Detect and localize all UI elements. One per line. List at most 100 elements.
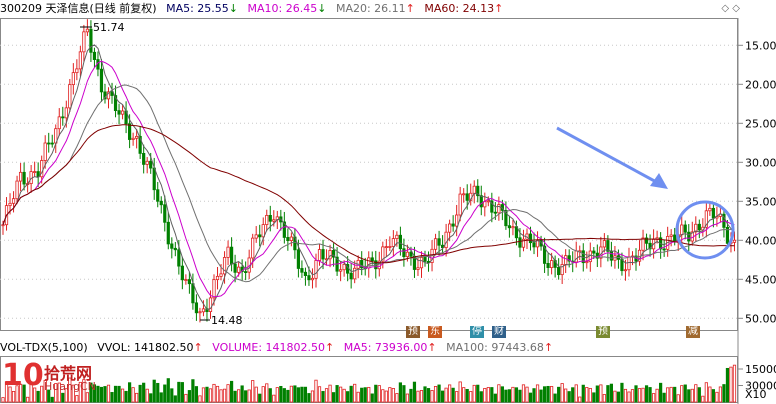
volume-bar — [142, 382, 146, 403]
volume-bar — [145, 388, 149, 403]
volume-bar — [564, 388, 568, 403]
candle-body — [683, 224, 687, 233]
volume-unit-label: X10 — [745, 388, 767, 401]
candle-body — [444, 231, 448, 249]
ma60-line — [2, 124, 735, 264]
candle-body — [623, 269, 628, 272]
volume-bar — [310, 390, 315, 403]
volume-bar — [532, 388, 536, 403]
candle-body — [254, 234, 258, 239]
candle-body — [458, 193, 462, 216]
candle-body — [321, 249, 325, 260]
volume-bar — [578, 396, 582, 403]
volume-bar — [662, 392, 666, 403]
volume-bar — [648, 387, 652, 403]
candle-body — [620, 258, 624, 272]
volume-bar — [539, 389, 543, 403]
volume-bar — [233, 390, 237, 403]
candle-body — [416, 267, 420, 270]
candle-body — [409, 251, 413, 257]
candle-body — [342, 264, 346, 271]
volume-bar — [535, 384, 540, 403]
low-marker-label: 14.48 — [211, 314, 243, 327]
volume-bar — [222, 388, 227, 403]
volume-bar — [722, 384, 726, 403]
event-badge[interactable]: 预 — [596, 326, 610, 338]
candle-body — [384, 246, 388, 249]
high-marker-label: 51.74 — [93, 21, 125, 34]
volume-bar — [194, 386, 199, 403]
volume-bar — [469, 391, 473, 403]
volume-bar — [606, 385, 610, 403]
volume-bar — [476, 384, 480, 403]
volume-bar — [149, 393, 153, 403]
event-badge[interactable]: 财 — [492, 326, 506, 338]
volume-bar — [265, 383, 269, 403]
candle-body — [82, 31, 86, 53]
candle-body — [180, 265, 184, 281]
arrow-up-icon: ↑ — [325, 341, 335, 354]
volume-bar — [240, 385, 244, 403]
candle-body — [43, 142, 47, 161]
volume-bar — [353, 383, 357, 403]
volume-bar — [152, 379, 156, 403]
event-badge[interactable]: 东 — [428, 326, 442, 338]
candle-body — [18, 171, 23, 182]
candle-body — [11, 198, 16, 204]
volume-bar — [286, 389, 290, 403]
volume-bar — [416, 390, 420, 403]
candle-body — [47, 142, 51, 145]
event-badge[interactable]: 预 — [406, 326, 420, 338]
volume-bar — [483, 387, 487, 403]
volume-bar — [574, 384, 578, 403]
volume-bar — [212, 383, 216, 403]
candle-body — [120, 110, 125, 115]
candle-body — [296, 249, 301, 269]
event-badge[interactable]: 减 — [686, 326, 700, 338]
candle-body — [272, 219, 276, 222]
price-pane-border — [0, 18, 738, 331]
volume-bar — [455, 391, 459, 403]
candle-body — [268, 214, 272, 222]
candle-body — [300, 268, 304, 273]
volume-bar — [367, 386, 371, 403]
candle-body — [433, 238, 438, 250]
volume-bar — [542, 386, 547, 403]
volume-bar — [163, 384, 167, 403]
candle-body — [353, 267, 357, 280]
logo-url: HuangCN — [44, 380, 96, 393]
candle-body — [208, 297, 213, 313]
candle-body — [1, 224, 5, 227]
volume-tick-label: 15000 — [745, 363, 776, 376]
volume-bar — [465, 388, 469, 403]
candle-body — [265, 214, 269, 226]
volume-bar — [557, 386, 561, 403]
candle-body — [317, 249, 322, 261]
candle-body — [8, 202, 12, 207]
volume-bar — [637, 388, 642, 403]
volume-bar — [620, 382, 624, 403]
candle-body — [229, 246, 234, 265]
volume-bar — [433, 386, 438, 403]
candle-body — [152, 167, 156, 191]
volume-bar — [335, 385, 339, 403]
candle-body — [518, 237, 522, 248]
volume-bar — [138, 384, 142, 403]
candle-body — [92, 51, 97, 60]
volume-bar — [317, 386, 322, 403]
volume-bar — [198, 395, 202, 403]
candle-body — [609, 250, 613, 261]
arrow-up-icon: ↑ — [193, 341, 203, 354]
candle-body — [423, 257, 427, 262]
candle-body — [532, 242, 536, 248]
candle-body — [391, 238, 395, 247]
volume-bar — [331, 392, 336, 403]
candle-body — [641, 237, 645, 251]
candle-body — [627, 256, 631, 271]
vol-ma100-label: MA100: 97443.68 — [446, 341, 544, 354]
event-badge[interactable]: 停 — [470, 326, 484, 338]
volume-bar — [377, 385, 381, 403]
candle-body — [602, 240, 606, 248]
candle-body — [303, 271, 308, 276]
volume-bar — [553, 393, 557, 403]
